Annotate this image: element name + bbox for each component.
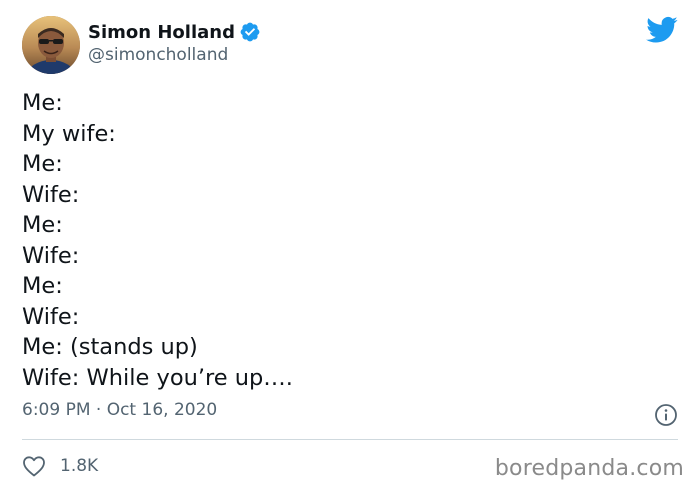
tweet-line: Wife: While you’re up…. — [22, 364, 293, 391]
heart-icon — [22, 455, 46, 477]
divider — [22, 439, 678, 440]
tweet-line: Wife: — [22, 242, 80, 269]
tweet-line: Me: — [22, 212, 63, 238]
watermark: boredpanda.com — [494, 456, 684, 481]
tweet-line: Wife: — [22, 181, 80, 208]
tweet-line: Me: — [22, 90, 63, 116]
author-handle[interactable]: @simoncholland — [88, 45, 228, 65]
tweet-line: My wife: — [22, 120, 116, 147]
tweet-card: Simon Holland @simoncholland Me: My wife… — [0, 0, 700, 494]
tweet-timestamp[interactable]: 6:09 PM · Oct 16, 2020 — [22, 400, 217, 420]
avatar-image — [22, 16, 80, 74]
author-name-row: Simon Holland — [88, 20, 261, 44]
tweet-line: Me: — [22, 273, 63, 299]
twitter-bird-icon[interactable] — [646, 16, 678, 44]
avatar[interactable] — [22, 16, 80, 74]
tweet-line: Me: — [22, 151, 63, 177]
author-display-name[interactable]: Simon Holland — [88, 22, 235, 43]
tweet-text: Me: My wife: Me: Wife: Me: Wife: Me: Wif… — [22, 88, 293, 393]
tweet-line: Wife: — [22, 303, 80, 330]
like-button[interactable]: 1.8K — [22, 454, 98, 478]
info-icon[interactable] — [654, 403, 678, 427]
verified-badge-icon — [239, 21, 261, 43]
like-count: 1.8K — [60, 456, 99, 476]
tweet-line: Me: (stands up) — [22, 334, 198, 360]
